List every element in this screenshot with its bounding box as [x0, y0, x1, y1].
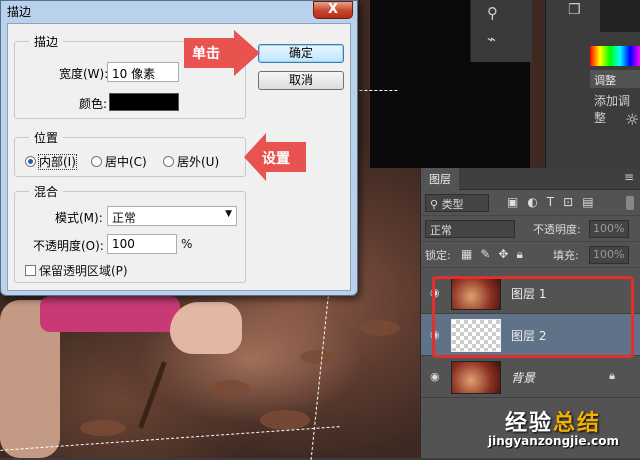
callout-click: 单击: [184, 30, 264, 76]
layers-panel-header: 图层 ≡: [421, 168, 640, 190]
color-spectrum[interactable]: [590, 46, 640, 66]
preserve-transparency-checkbox[interactable]: 保留透明区域(P): [25, 262, 128, 279]
lock-icons[interactable]: ▦✎✥🔒︎: [461, 247, 531, 262]
callout-settings-label: 设置: [262, 151, 290, 167]
color-panel-preview: [600, 0, 640, 32]
opacity-label: 不透明度:: [533, 223, 581, 236]
chevron-down-icon: ▼: [225, 209, 232, 219]
radio-dot: [91, 156, 102, 167]
position-group-title: 位置: [29, 129, 64, 146]
close-button[interactable]: X: [313, 1, 353, 19]
clone-source-icon[interactable]: ⌁: [487, 30, 496, 48]
radio-dot: [25, 156, 36, 167]
photo-leaf: [260, 410, 310, 430]
color-label: 颜色:: [79, 97, 108, 111]
tab-adjustments[interactable]: 调整: [590, 70, 640, 88]
percent-unit: %: [181, 237, 193, 251]
radio-inside[interactable]: 内部(I): [25, 153, 77, 170]
layer-row[interactable]: ◉ 背景 🔒︎: [421, 356, 640, 398]
lock-icon: 🔒︎: [609, 369, 615, 382]
layer-filter-icons[interactable]: ▣◐T⊡▤: [507, 195, 603, 209]
panel-icon-strip: ⚲ ⌁: [470, 0, 532, 62]
layer-thumbnail: [451, 361, 501, 394]
fill-field[interactable]: 100%: [589, 246, 629, 264]
blend-group: 混合 模式(M): 正常 ▼ 不透明度(O): 100 % 保留透明区域(P): [14, 183, 246, 283]
stroke-group-title: 描边: [29, 33, 64, 50]
brush-settings-icon[interactable]: ⚲: [487, 4, 498, 22]
opacity-field[interactable]: 100%: [589, 220, 629, 238]
photo-leaf: [210, 380, 250, 398]
filter-toggle[interactable]: [626, 196, 634, 210]
watermark-url: jingyanzongjie.com: [488, 434, 619, 448]
position-group: 位置 内部(I) 居中(C) 居外(U): [14, 129, 246, 177]
radio-center[interactable]: 居中(C): [91, 153, 147, 170]
blend-group-title: 混合: [29, 183, 64, 200]
brightness-icon[interactable]: ☼: [625, 110, 639, 129]
ok-button[interactable]: 确定: [258, 44, 344, 63]
cube-3d-icon[interactable]: ❒: [568, 2, 581, 18]
photo-leaf: [80, 420, 126, 436]
blend-mode-select[interactable]: 正常: [425, 220, 515, 238]
callout-click-label: 单击: [192, 46, 220, 62]
width-input[interactable]: 10 像素: [107, 62, 179, 82]
width-label: 宽度(W):: [59, 67, 109, 81]
opacity-input[interactable]: 100: [107, 234, 177, 254]
checkbox-box: [25, 265, 36, 276]
photo-child-hand: [170, 302, 242, 354]
panel-menu-icon[interactable]: ≡: [624, 170, 634, 184]
search-icon: ⚲: [430, 198, 442, 211]
mode-select[interactable]: 正常 ▼: [107, 206, 237, 226]
layers-filter-row: ⚲ 类型 ▣◐T⊡▤: [421, 190, 640, 216]
layer-filter-select[interactable]: ⚲ 类型: [425, 194, 489, 212]
photo-child-sleeve: [40, 296, 180, 332]
eye-icon[interactable]: ◉: [430, 370, 440, 383]
tab-layers[interactable]: 图层: [421, 168, 459, 190]
layer-name: 背景: [511, 371, 536, 385]
cancel-button[interactable]: 取消: [258, 71, 344, 90]
radio-dot: [163, 156, 174, 167]
fill-label: 填充:: [553, 249, 579, 262]
blend-row: 正常 不透明度: 100%: [421, 216, 640, 242]
callout-settings: 设置: [244, 133, 306, 181]
dialog-title: 描边: [7, 5, 32, 19]
color-swatch[interactable]: [109, 93, 179, 111]
watermark: 经验总结: [505, 411, 602, 436]
mode-label: 模式(M):: [55, 211, 103, 225]
radio-outside[interactable]: 居外(U): [163, 153, 219, 170]
lock-row: 锁定: ▦✎✥🔒︎ 填充: 100%: [421, 242, 640, 268]
lock-label: 锁定:: [425, 249, 451, 262]
highlight-box: [432, 276, 634, 358]
opacity-label: 不透明度(O):: [33, 239, 104, 253]
